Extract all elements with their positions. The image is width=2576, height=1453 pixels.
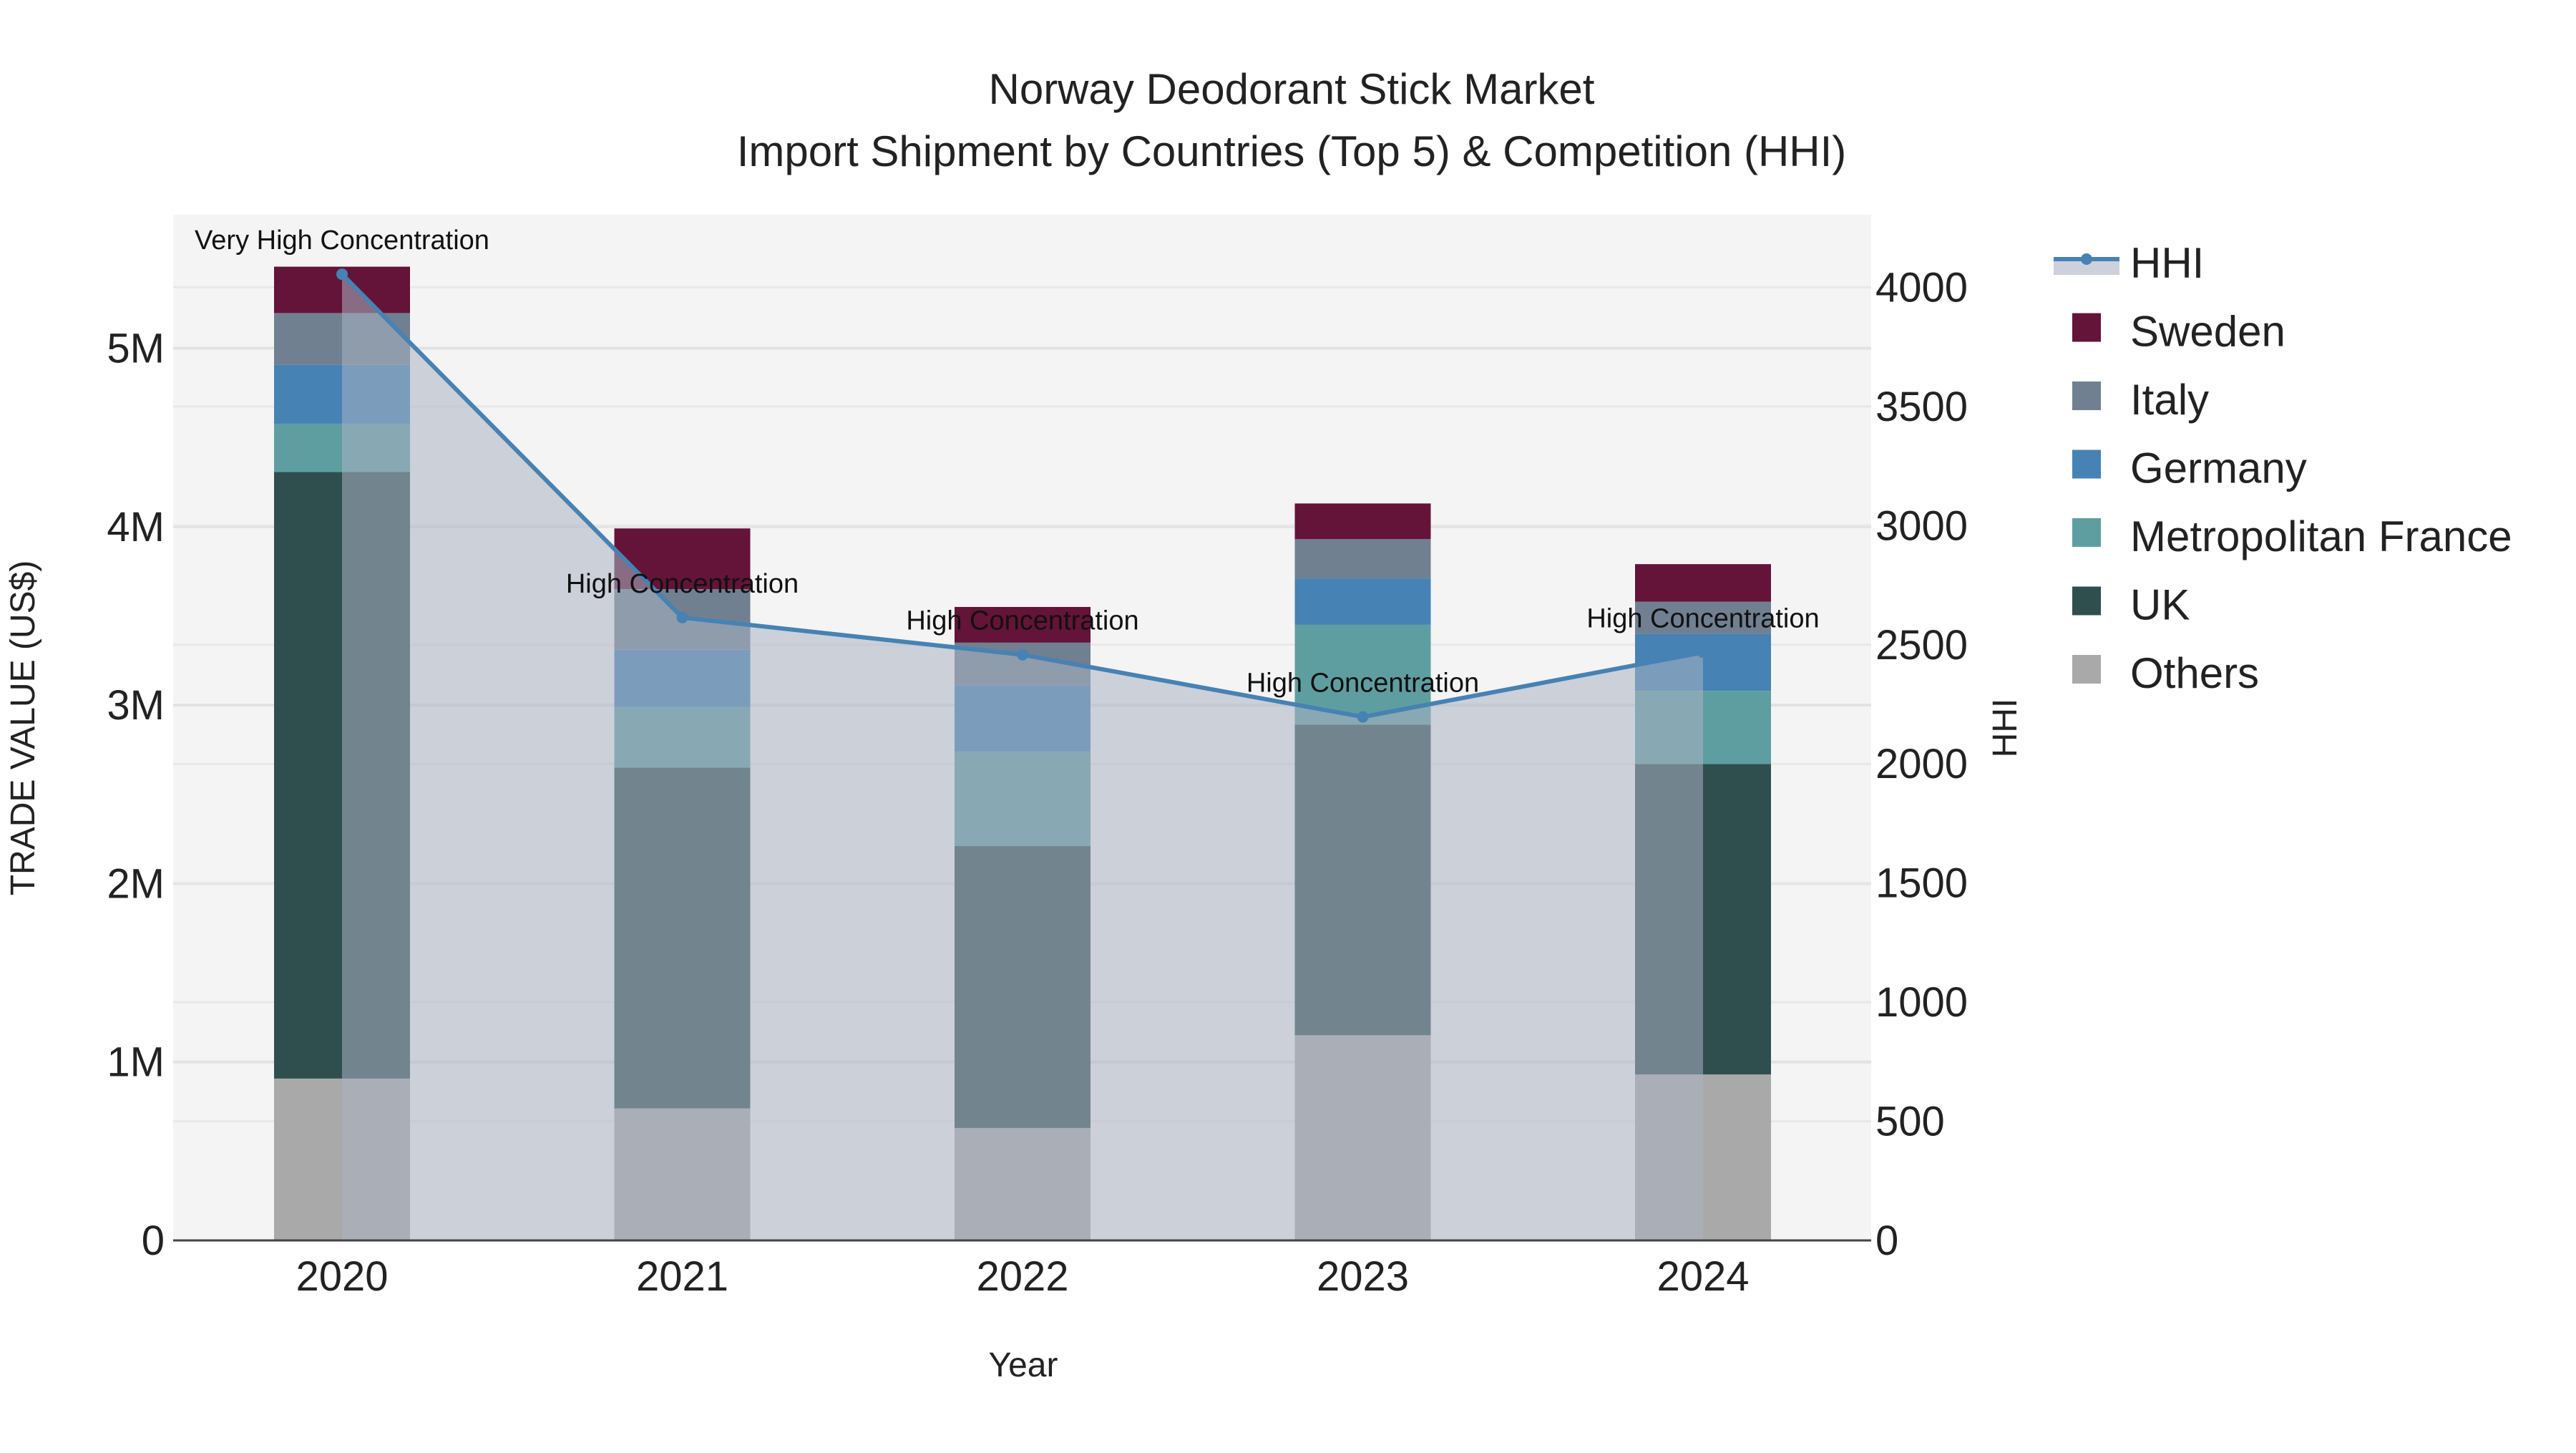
y2-axis-title: HHI xyxy=(1986,699,2024,758)
x-tick-label: 2021 xyxy=(636,1253,728,1300)
hhi-point-2023 xyxy=(1357,711,1369,723)
y-tick-label: 4M xyxy=(107,504,165,550)
legend-item-others[interactable]: Others xyxy=(2072,649,2259,697)
legend-swatch xyxy=(2072,655,2101,684)
legend-label: HHI xyxy=(2130,239,2204,287)
legend-label: Italy xyxy=(2130,376,2209,424)
x-axis-title: Year xyxy=(989,1346,1058,1384)
y-tick-label: 2M xyxy=(107,860,165,907)
y-tick-label: 3M xyxy=(107,682,165,729)
hhi-annotation-2021: High Concentration xyxy=(566,569,799,599)
y-tick-label: 5M xyxy=(107,326,165,372)
y2-tick-label: 1000 xyxy=(1875,979,1968,1026)
y2-tick-label: 3500 xyxy=(1875,384,1968,430)
legend-item-sweden[interactable]: Sweden xyxy=(2072,308,2285,356)
legend-item-metropolitan-france[interactable]: Metropolitan France xyxy=(2072,512,2512,560)
y-tick-label: 1M xyxy=(107,1039,165,1086)
x-tick-label: 2024 xyxy=(1657,1253,1749,1300)
legend-item-germany[interactable]: Germany xyxy=(2072,444,2307,492)
hhi-point-2021 xyxy=(676,611,688,623)
x-tick-label: 2023 xyxy=(1317,1253,1409,1300)
legend-label: Sweden xyxy=(2130,308,2285,356)
hhi-point-2024 xyxy=(1697,646,1709,659)
hhi-annotation-2023: High Concentration xyxy=(1246,669,1479,699)
bar-sweden-2023 xyxy=(1294,503,1431,540)
hhi-point-2020 xyxy=(336,268,348,281)
x-tick-label: 2020 xyxy=(296,1253,388,1300)
y2-tick-label: 500 xyxy=(1875,1099,1945,1145)
y2-tick-label: 0 xyxy=(1875,1218,1898,1264)
legend-item-hhi[interactable]: HHI xyxy=(2054,239,2204,287)
legend-item-italy[interactable]: Italy xyxy=(2072,376,2209,424)
legend[interactable]: HHI Sweden Italy Germany Metropolitan France… xyxy=(2054,239,2512,697)
y2-tick-label: 2500 xyxy=(1875,622,1968,669)
hhi-annotation-2022: High Concentration xyxy=(906,606,1138,636)
x-tick-label: 2022 xyxy=(976,1253,1068,1300)
legend-swatch xyxy=(2072,518,2101,547)
y2-tick-label: 1500 xyxy=(1875,860,1968,907)
hhi-point-2022 xyxy=(1017,648,1028,661)
chart-title-line2: Import Shipment by Countries (Top 5) & C… xyxy=(737,127,1847,175)
legend-label: UK xyxy=(2130,581,2190,629)
legend-label: Others xyxy=(2130,649,2259,697)
y2-tick-label: 3000 xyxy=(1875,502,1968,549)
y-tick-label: 0 xyxy=(142,1218,165,1264)
legend-label: Germany xyxy=(2130,444,2307,492)
bar-germany-2023 xyxy=(1294,578,1431,625)
legend-item-uk[interactable]: UK xyxy=(2072,581,2190,629)
chart: Very High Concentration High Concentratio… xyxy=(4,65,2512,1384)
legend-label: Metropolitan France xyxy=(2130,512,2512,560)
bar-italy-2023 xyxy=(1294,539,1431,579)
legend-hhi-marker xyxy=(2081,253,2092,265)
legend-swatch xyxy=(2072,313,2101,342)
legend-swatch xyxy=(2072,449,2101,479)
y2-tick-label: 2000 xyxy=(1875,741,1968,787)
hhi-annotation-2024: High Concentration xyxy=(1586,603,1819,633)
hhi-annotation-2020: Very High Concentration xyxy=(195,225,489,256)
y-axis-title: TRADE VALUE (US$) xyxy=(4,560,42,896)
legend-swatch xyxy=(2072,382,2101,410)
bar-sweden-2024 xyxy=(1635,564,1771,602)
legend-swatch xyxy=(2072,586,2101,616)
y2-tick-label: 4000 xyxy=(1875,264,1968,311)
chart-title-line1: Norway Deodorant Stick Market xyxy=(989,65,1595,113)
